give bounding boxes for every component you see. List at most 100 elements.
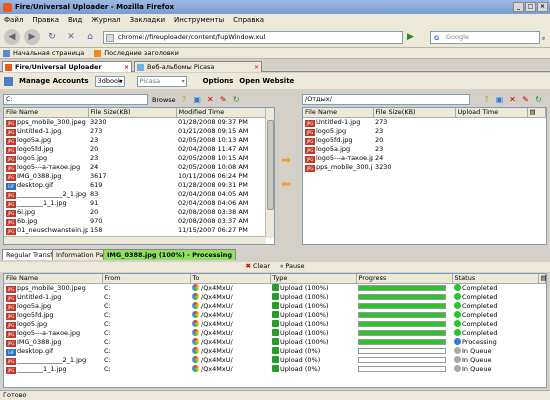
remote-path-input[interactable]: /Отдых/ (302, 94, 470, 105)
menu-view[interactable]: Вид (68, 16, 82, 24)
search-submit-icon[interactable]: ⌕ (542, 35, 545, 43)
queue-row[interactable]: GIF desktop.gif C:/Qx4MxU/Upload (0%) In Qu… (4, 347, 546, 356)
account-select[interactable]: 3dbook (94, 75, 125, 87)
column-header[interactable]: Status (452, 274, 539, 284)
rename-icon[interactable]: ✎ (521, 95, 530, 104)
download-arrow-icon[interactable]: ⬅ (279, 178, 293, 190)
progress-cell (356, 283, 452, 293)
tab-processing-file[interactable]: IMG_0388.jpg (100%) - Processing (103, 249, 237, 260)
close-tab-icon[interactable]: × (124, 63, 129, 73)
file-name-cell: JPG logo5fd.jpg (4, 145, 88, 154)
forward-arrow-icon[interactable]: ▶ (24, 29, 40, 45)
table-row[interactable]: JPG Untitled-1.jpg 273 01/21/2008 09:15 AM (4, 127, 274, 136)
column-picker-icon[interactable]: ▤ (538, 274, 546, 284)
refresh-icon[interactable]: ↻ (534, 95, 543, 104)
table-row[interactable]: JPG pps_mobile_300.jpeg 3230 01/28/2008 09:… (4, 117, 274, 127)
column-header[interactable]: File Name (303, 108, 374, 118)
search-input[interactable]: G Google (430, 31, 540, 44)
menu-help[interactable]: Справка (233, 16, 264, 24)
menu-file[interactable]: Файл (4, 16, 23, 24)
help-icon[interactable]: ? (482, 95, 491, 104)
home-icon[interactable]: ⌂ (82, 29, 98, 45)
table-row[interactable]: JPG logo5fd.jpg 20 (303, 136, 546, 145)
menu-bookmarks[interactable]: Закладки (130, 16, 165, 24)
scroll-thumb[interactable] (267, 120, 274, 210)
column-header[interactable]: File Size(KB) (373, 108, 456, 118)
url-input[interactable]: chrome://fireuploader/content/fupWindow.… (103, 31, 403, 44)
table-row[interactable]: JPG logo5---a-такое.jpg 24 02/05/2008 10:08… (4, 163, 274, 172)
close-button[interactable]: × (537, 2, 548, 12)
new-folder-icon[interactable]: ▣ (193, 95, 202, 104)
file-name-cell: JPG logo5a.jpg (303, 145, 373, 154)
manage-accounts-button[interactable]: Manage Accounts (19, 77, 89, 85)
reload-icon[interactable]: ↻ (44, 29, 60, 45)
menu-history[interactable]: Журнал (91, 16, 120, 24)
upload-icon (272, 328, 279, 336)
browse-button[interactable]: Browse (152, 96, 176, 104)
maximize-button[interactable]: □ (525, 2, 536, 12)
table-row[interactable]: JPG logo5.jpg 23 (303, 127, 546, 136)
table-row[interactable]: GIF desktop.gif 619 01/28/2008 09:31 PM (4, 181, 274, 190)
table-row[interactable]: JPG 6i.jpg 20 02/08/2008 03:38 AM (4, 208, 274, 217)
queue-row[interactable]: JPG Untitled-1.jpg C:/Qx4MxU/Upload (100%)… (4, 293, 546, 302)
open-website-button[interactable]: Open Website (239, 77, 294, 85)
back-arrow-icon[interactable]: ◀ (4, 29, 20, 45)
delete-icon[interactable]: ✕ (508, 95, 517, 104)
queue-row[interactable]: JPG logo5---a-такое.jpg C:/Qx4MxU/Upload (… (4, 329, 546, 338)
column-header[interactable]: File Size(KB) (88, 108, 177, 118)
column-header[interactable]: Modified Time (176, 108, 274, 118)
tab-fire-uploader[interactable]: Fire/Universal Uploader × (2, 61, 132, 72)
queue-row[interactable]: JPG logo5fd.jpg C:/Qx4MxU/Upload (100%) Com… (4, 311, 546, 320)
queue-row[interactable]: JPG logo5a.jpg C:/Qx4MxU/Upload (100%) Comp… (4, 302, 546, 311)
menu-edit[interactable]: Правка (32, 16, 59, 24)
go-arrow-icon[interactable]: ▶ (407, 31, 420, 44)
table-row[interactable]: JPG 01_neuschwanstein.jpg 158 11/15/2007 06… (4, 226, 274, 235)
table-row[interactable]: JPGpps_mobile_300.jpeg3230 (303, 163, 546, 172)
close-tab-icon[interactable]: × (254, 63, 259, 73)
refresh-icon[interactable]: ↻ (232, 95, 241, 104)
menu-tools[interactable]: Инструменты (174, 16, 224, 24)
column-header[interactable]: From (102, 274, 191, 284)
local-hscrollbar[interactable] (4, 236, 266, 244)
queue-row[interactable]: JPG pps_mobile_300.jpeg C:/Qx4MxU/Upload (… (4, 283, 546, 293)
rename-icon[interactable]: ✎ (219, 95, 228, 104)
options-button[interactable]: Options (203, 77, 234, 85)
table-row[interactable]: JPG ______________2_1.jpg 83 02/04/2008 04:… (4, 190, 274, 199)
column-picker-icon[interactable]: ▤ (527, 108, 546, 118)
column-header[interactable]: File Name (4, 274, 103, 284)
table-row[interactable]: JPG logo5a.jpg 23 (303, 145, 546, 154)
service-select[interactable]: Picasa (136, 75, 187, 87)
queue-row[interactable]: JPG ______________2_1.jpg C:/Qx4MxU/Upload… (4, 356, 546, 365)
bookmark-start-page[interactable]: Начальная страница (3, 49, 84, 57)
queue-row[interactable]: JPG logo5.jpg C:/Qx4MxU/Upload (100%) Compl… (4, 320, 546, 329)
column-header[interactable]: Progress (356, 274, 453, 284)
table-row[interactable]: JPG ________1_1.jpg 91 02/04/2008 04:06 AM (4, 199, 274, 208)
delete-icon[interactable]: ✕ (206, 95, 215, 104)
table-row[interactable]: JPG IMG_0388.jpg 3617 10/11/2006 06:24 PM (4, 172, 274, 181)
minimize-button[interactable]: _ (513, 2, 524, 12)
new-folder-icon[interactable]: ▣ (495, 95, 504, 104)
column-header[interactable]: File Name (4, 108, 89, 118)
column-header[interactable]: Upload Time (455, 108, 528, 118)
upload-arrow-icon[interactable]: ➡ (279, 154, 293, 166)
table-row[interactable]: JPG logo5a.jpg 23 02/05/2008 10:13 AM (4, 136, 274, 145)
queue-row[interactable]: JPG ________1_1.jpg C:/Qx4MxU/Upload (0%) I… (4, 365, 546, 374)
pause-button[interactable]: ⏸ Pause (280, 262, 304, 272)
local-path-input[interactable]: C: (3, 94, 148, 105)
table-row[interactable]: JPG logo5fd.jpg 20 02/04/2008 11:47 AM (4, 145, 274, 154)
clear-button[interactable]: ✖ Clear (246, 262, 271, 272)
column-header[interactable]: Type (270, 274, 357, 284)
table-row[interactable]: JPG logo5---a-такое.jpg 24 (303, 154, 546, 163)
table-row[interactable]: JPG 6b.jpg 970 02/08/2008 03:37 AM (4, 217, 274, 226)
column-header[interactable]: To (190, 274, 271, 284)
bookmark-latest-headlines[interactable]: Последние заголовки (94, 49, 179, 57)
tab-picasa[interactable]: Веб-альбомы Picasa × (134, 61, 262, 72)
accounts-icon (4, 76, 13, 86)
help-icon[interactable]: ? (180, 95, 189, 104)
table-row[interactable]: JPG Untitled-1.jpg 273 (303, 117, 546, 127)
local-scrollbar[interactable] (265, 108, 274, 238)
table-row[interactable]: JPG logo5.jpg 23 02/05/2008 10:15 AM (4, 154, 274, 163)
stop-icon[interactable]: ✕ (63, 29, 79, 45)
progress-bar (358, 338, 446, 345)
queue-row[interactable]: JPG IMG_0388.jpg C:/Qx4MxU/Upload (100%) Pr… (4, 338, 546, 347)
